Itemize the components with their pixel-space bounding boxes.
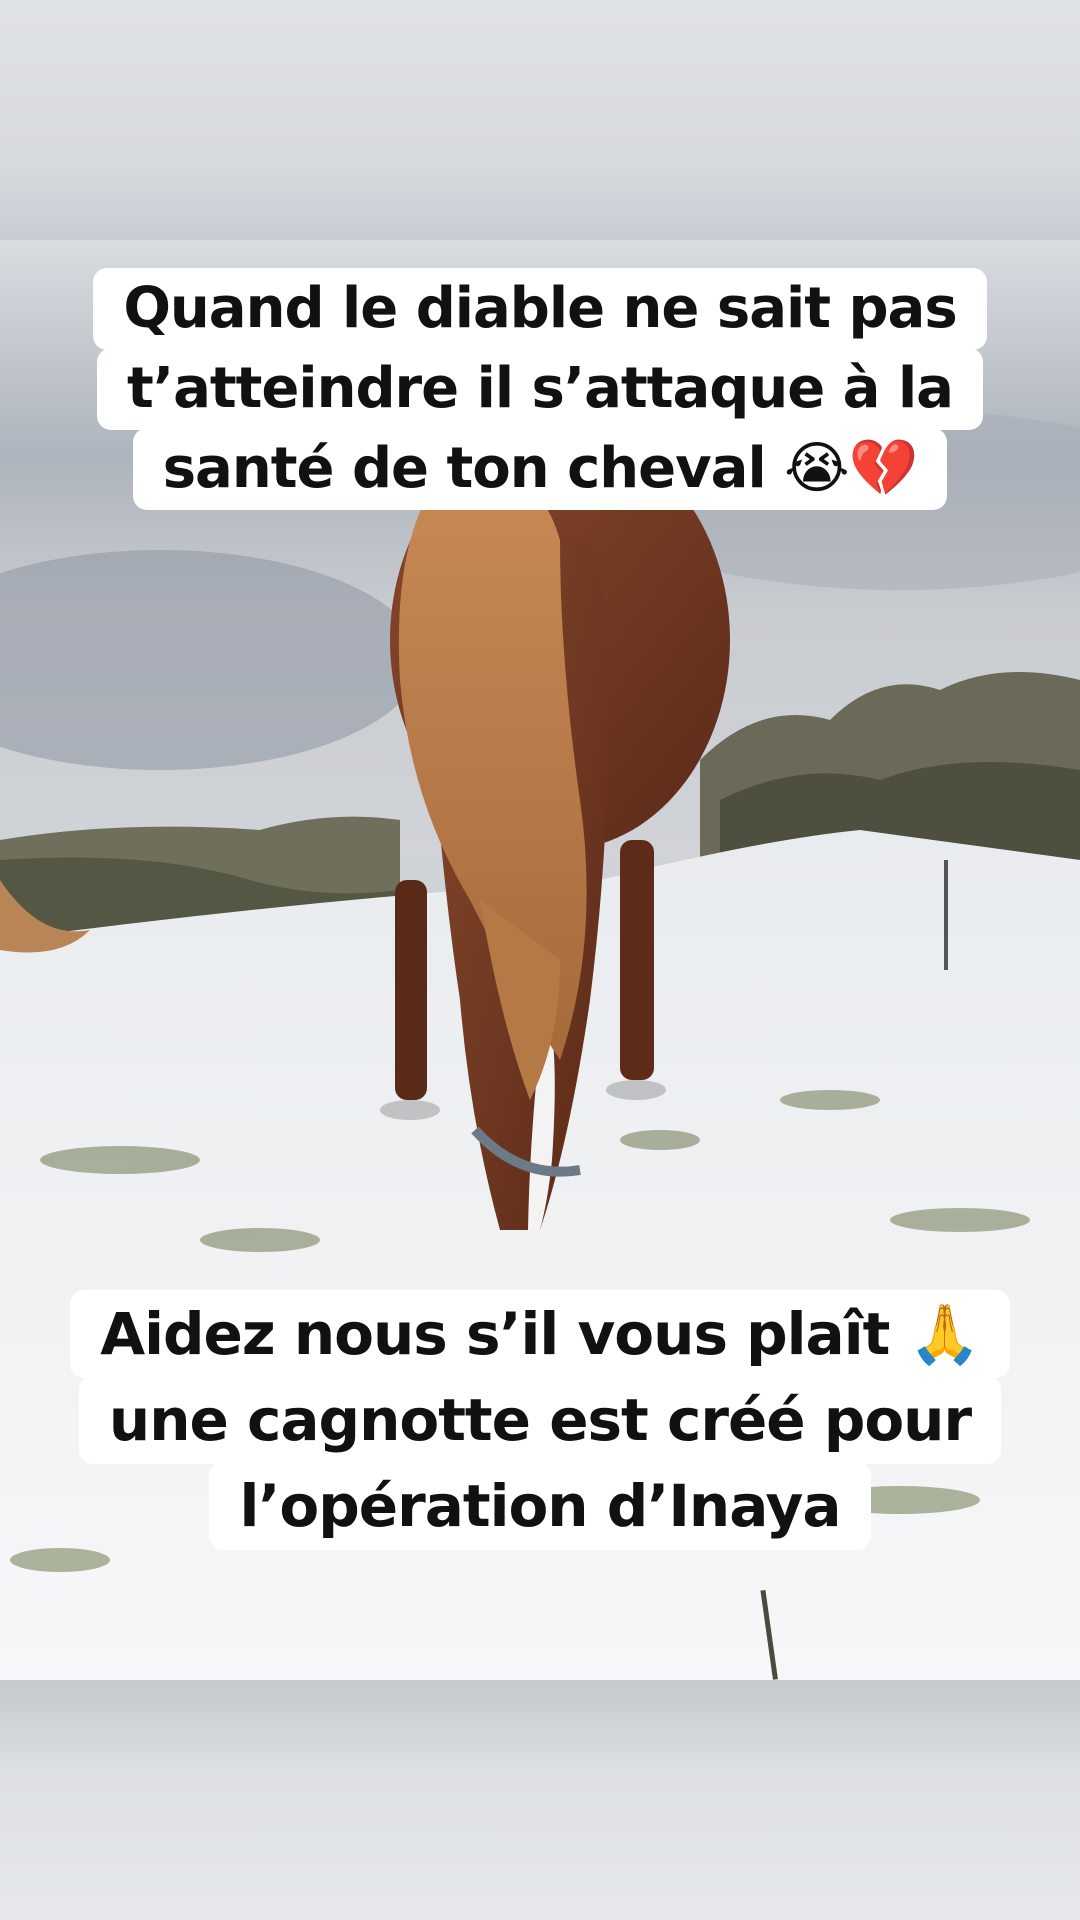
- caption-top: Quand le diable ne sait pas t’atteindre …: [0, 268, 1080, 510]
- caption-bottom-line-2: une cagnotte est créé pour: [78, 1376, 1002, 1464]
- caption-top-line-1: Quand le diable ne sait pas: [93, 268, 987, 350]
- caption-bottom: Aidez nous s’il vous plaît 🙏 une cagnott…: [0, 1290, 1080, 1550]
- blurred-background-bottom: [0, 1680, 1080, 1920]
- blurred-background-top: [0, 0, 1080, 240]
- caption-bottom-line-1: Aidez nous s’il vous plaît 🙏: [70, 1290, 1010, 1378]
- caption-bottom-line-3: l’opération d’Inaya: [209, 1462, 871, 1550]
- caption-top-line-2: t’atteindre il s’attaque à la: [97, 348, 983, 430]
- caption-top-line-3: santé de ton cheval 😭💔: [132, 428, 948, 510]
